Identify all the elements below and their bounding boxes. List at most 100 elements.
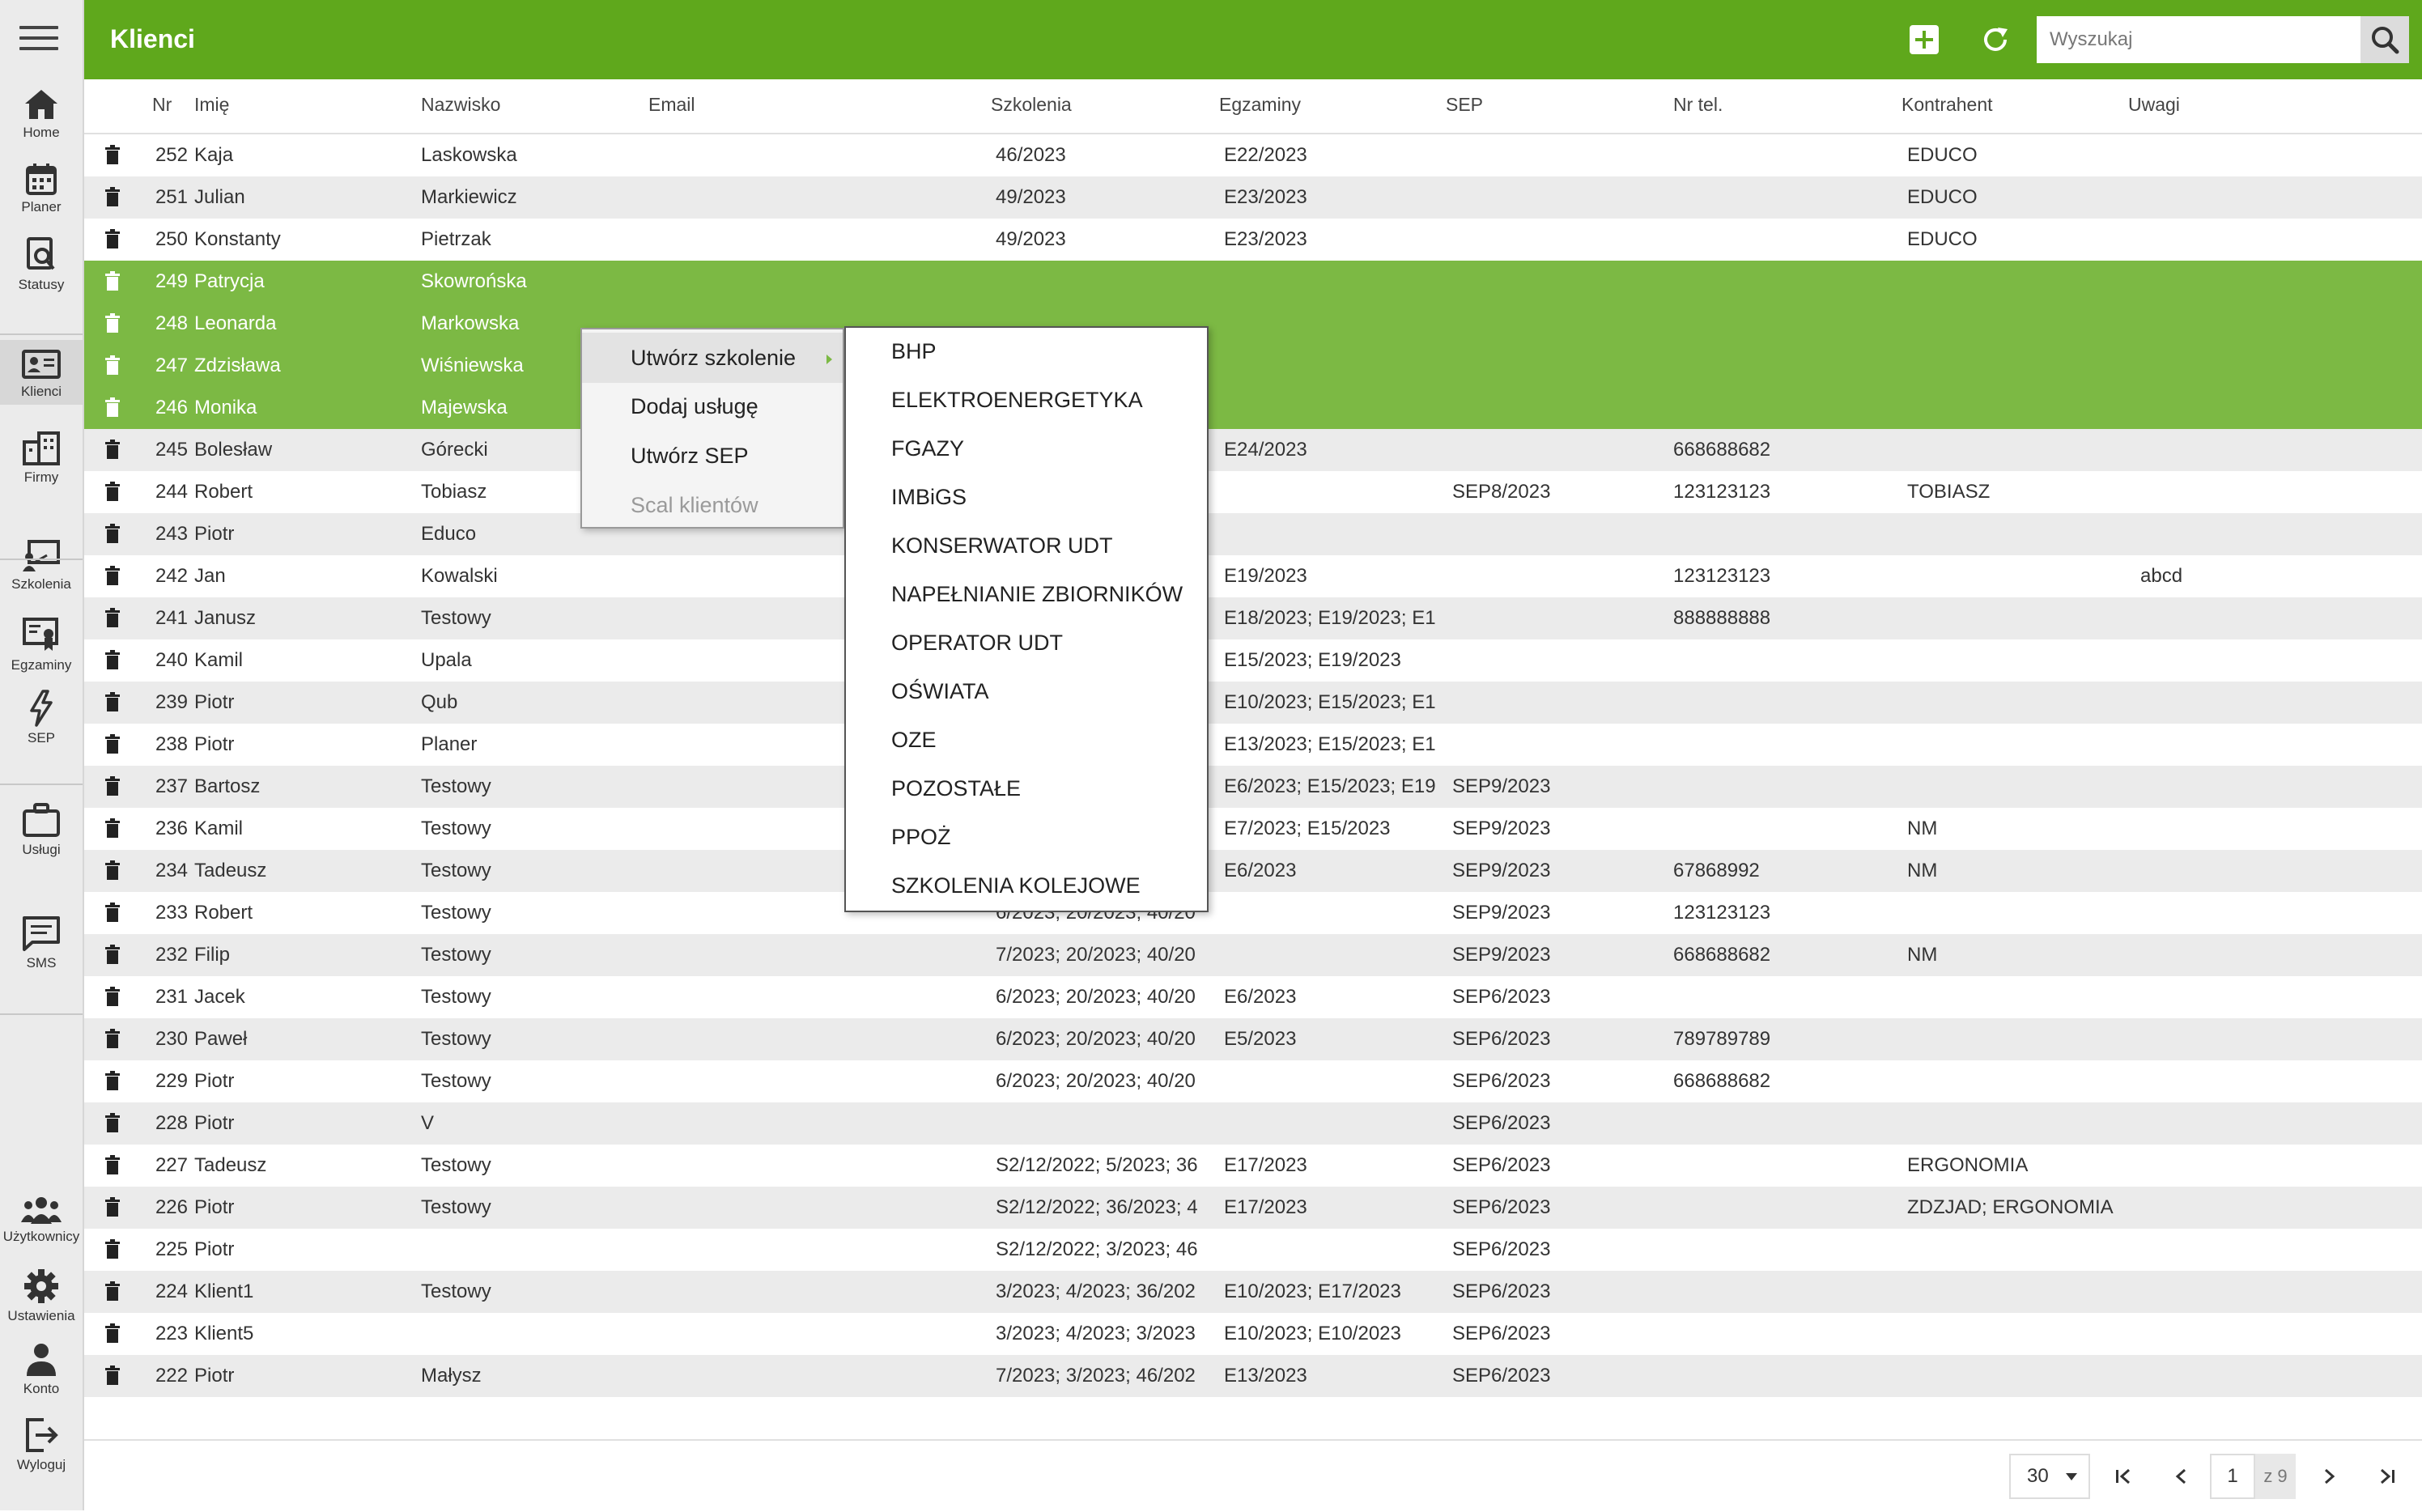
table-row[interactable]: 222 Piotr Małysz 7/2023; 3/2023; 46/202 E13/… [84, 1355, 2422, 1397]
trash-icon[interactable] [105, 482, 120, 501]
table-row[interactable]: 234 Tadeusz Testowy E6/2023 SEP9/2023 6786899… [84, 850, 2422, 892]
trash-icon[interactable] [105, 229, 120, 248]
sidebar-item-klienci[interactable]: Klienci [0, 340, 83, 405]
search-button[interactable] [2360, 16, 2409, 63]
table-row[interactable]: 225 Piotr S2/12/2022; 3/2023; 46 SEP6/2023 [84, 1229, 2422, 1271]
trash-icon[interactable] [105, 987, 120, 1006]
table-row[interactable]: 226 Piotr Testowy S2/12/2022; 36/2023; 4 E17… [84, 1187, 2422, 1229]
trash-icon[interactable] [105, 355, 120, 375]
sidebar-item-wyloguj[interactable]: Wyloguj [0, 1416, 83, 1473]
page-size-select[interactable]: 30 [2009, 1454, 2090, 1499]
refresh-button[interactable] [1978, 23, 2012, 57]
table-row[interactable]: 223 Klient5 3/2023; 4/2023; 3/2023 E10/2023… [84, 1313, 2422, 1355]
trash-icon[interactable] [105, 692, 120, 711]
column-header-email[interactable]: Email [648, 94, 695, 116]
column-header-uwagi[interactable]: Uwagi [2128, 94, 2180, 116]
trash-icon[interactable] [105, 145, 120, 164]
sidebar-item-statusy[interactable]: Statusy [0, 236, 83, 293]
table-row[interactable]: 231 Jacek Testowy 6/2023; 20/2023; 40/20 E6/… [84, 976, 2422, 1018]
table-row[interactable]: 252 Kaja Laskowska 46/2023 E22/2023 EDUCO [84, 134, 2422, 176]
submenu-item-operator-udt[interactable]: OPERATOR UDT [891, 631, 1063, 656]
sidebar-item-egzaminy[interactable]: Egzaminy [0, 617, 83, 673]
column-header-sep[interactable]: SEP [1446, 94, 1483, 116]
previous-page-button[interactable] [2153, 1454, 2210, 1499]
trash-icon[interactable] [105, 734, 120, 754]
trash-icon[interactable] [105, 1029, 120, 1048]
trash-icon[interactable] [105, 397, 120, 417]
submenu-item-fgazy[interactable]: FGAZY [891, 436, 964, 461]
column-header-nr[interactable]: Nr [152, 94, 188, 116]
column-header-szkolenia[interactable]: Szkolenia [991, 94, 1072, 116]
last-page-button[interactable] [2359, 1454, 2416, 1499]
table-row[interactable]: 244 Robert Tobiasz SEP8/2023 123123123 TOBIAS… [84, 471, 2422, 513]
table-row[interactable]: 238 Piotr Planer E13/2023; E15/2023; E1 [84, 724, 2422, 766]
column-header-imie[interactable]: Imię [194, 94, 229, 116]
trash-icon[interactable] [105, 903, 120, 922]
table-row[interactable]: 245 Bolesław Górecki E24/2023 668688682 [84, 429, 2422, 471]
table-row[interactable]: 229 Piotr Testowy 6/2023; 20/2023; 40/20 SEP… [84, 1060, 2422, 1102]
submenu-item-oświata[interactable]: OŚWIATA [891, 679, 989, 704]
trash-icon[interactable] [105, 1365, 120, 1385]
table-row[interactable]: 243 Piotr Educo [84, 513, 2422, 555]
column-header-nazwisko[interactable]: Nazwisko [421, 94, 500, 116]
column-header-kontrahent[interactable]: Kontrahent [1901, 94, 1993, 116]
first-page-button[interactable] [2095, 1454, 2152, 1499]
column-header-egzaminy[interactable]: Egzaminy [1219, 94, 1301, 116]
table-row[interactable]: 246 Monika Majewska [84, 387, 2422, 429]
table-row[interactable]: 251 Julian Markiewicz 49/2023 E23/2023 EDUCO [84, 176, 2422, 219]
table-row[interactable]: 228 Piotr V SEP6/2023 [84, 1102, 2422, 1145]
search-input[interactable] [2037, 16, 2360, 63]
menu-item-create-training[interactable]: Utwórz szkolenie [582, 333, 843, 383]
sidebar-item-sms[interactable]: SMS [0, 915, 83, 971]
trash-icon[interactable] [105, 1239, 120, 1259]
sidebar-item-ustawienia[interactable]: Ustawienia [0, 1268, 83, 1324]
table-row[interactable]: 236 Kamil Testowy E7/2023; E15/2023 SEP9/202… [84, 808, 2422, 850]
trash-icon[interactable] [105, 440, 120, 459]
trash-icon[interactable] [105, 650, 120, 669]
sidebar-item-home[interactable]: Home [0, 87, 83, 141]
trash-icon[interactable] [105, 1071, 120, 1090]
trash-icon[interactable] [105, 187, 120, 206]
trash-icon[interactable] [105, 1155, 120, 1174]
table-row[interactable]: 240 Kamil Upala E15/2023; E19/2023 [84, 639, 2422, 682]
table-row[interactable]: 239 Piotr Qub E10/2023; E15/2023; E1 [84, 682, 2422, 724]
submenu-item-imbigs[interactable]: IMBiGS [891, 485, 967, 510]
sidebar-item-uzytkownicy[interactable]: Użytkownicy [0, 1193, 83, 1245]
trash-icon[interactable] [105, 1281, 120, 1301]
submenu-item-ppoż[interactable]: PPOŻ [891, 825, 951, 850]
trash-icon[interactable] [105, 313, 120, 333]
trash-icon[interactable] [105, 524, 120, 543]
add-client-button[interactable] [1907, 23, 1941, 57]
submenu-item-szkolenia-kolejowe[interactable]: SZKOLENIA KOLEJOWE [891, 873, 1141, 898]
trash-icon[interactable] [105, 945, 120, 964]
current-page-input[interactable]: 1 [2210, 1454, 2255, 1499]
trash-icon[interactable] [105, 1323, 120, 1343]
table-row[interactable]: 249 Patrycja Skowrońska [84, 261, 2422, 303]
table-row[interactable]: 242 Jan Kowalski E19/2023 123123123 abcd [84, 555, 2422, 597]
menu-item-create-sep[interactable]: Utwórz SEP [631, 444, 749, 469]
column-header-nr-tel[interactable]: Nr tel. [1673, 94, 1723, 116]
sidebar-item-uslugi[interactable]: Usługi [0, 801, 83, 858]
menu-item-add-service[interactable]: Dodaj usługę [631, 394, 758, 419]
table-row[interactable]: 230 Paweł Testowy 6/2023; 20/2023; 40/20 E5/… [84, 1018, 2422, 1060]
submenu-item-pozostałe[interactable]: POZOSTAŁE [891, 776, 1021, 801]
trash-icon[interactable] [105, 1113, 120, 1132]
trash-icon[interactable] [105, 860, 120, 880]
table-row[interactable]: 233 Robert Testowy 6/2023; 20/2023; 40/20 SE… [84, 892, 2422, 934]
sidebar-item-szkolenia[interactable]: Szkolenia [0, 539, 83, 592]
table-row[interactable]: 232 Filip Testowy 7/2023; 20/2023; 40/20 SEP… [84, 934, 2422, 976]
trash-icon[interactable] [105, 776, 120, 796]
hamburger-menu-icon[interactable] [19, 26, 58, 55]
table-row[interactable]: 237 Bartosz Testowy E6/2023; E15/2023; E19 S… [84, 766, 2422, 808]
submenu-item-oze[interactable]: OZE [891, 728, 937, 753]
sidebar-item-planer[interactable]: Planer [0, 162, 83, 215]
table-row[interactable]: 248 Leonarda Markowska [84, 303, 2422, 345]
trash-icon[interactable] [105, 271, 120, 291]
next-page-button[interactable] [2301, 1454, 2357, 1499]
table-row[interactable]: 247 Zdzisława Wiśniewska [84, 345, 2422, 387]
trash-icon[interactable] [105, 566, 120, 585]
table-row[interactable]: 227 Tadeusz Testowy S2/12/2022; 5/2023; 36 E… [84, 1145, 2422, 1187]
sidebar-item-sep[interactable]: SEP [0, 690, 83, 746]
trash-icon[interactable] [105, 608, 120, 627]
table-row[interactable]: 224 Klient1 Testowy 3/2023; 4/2023; 36/202 E… [84, 1271, 2422, 1313]
